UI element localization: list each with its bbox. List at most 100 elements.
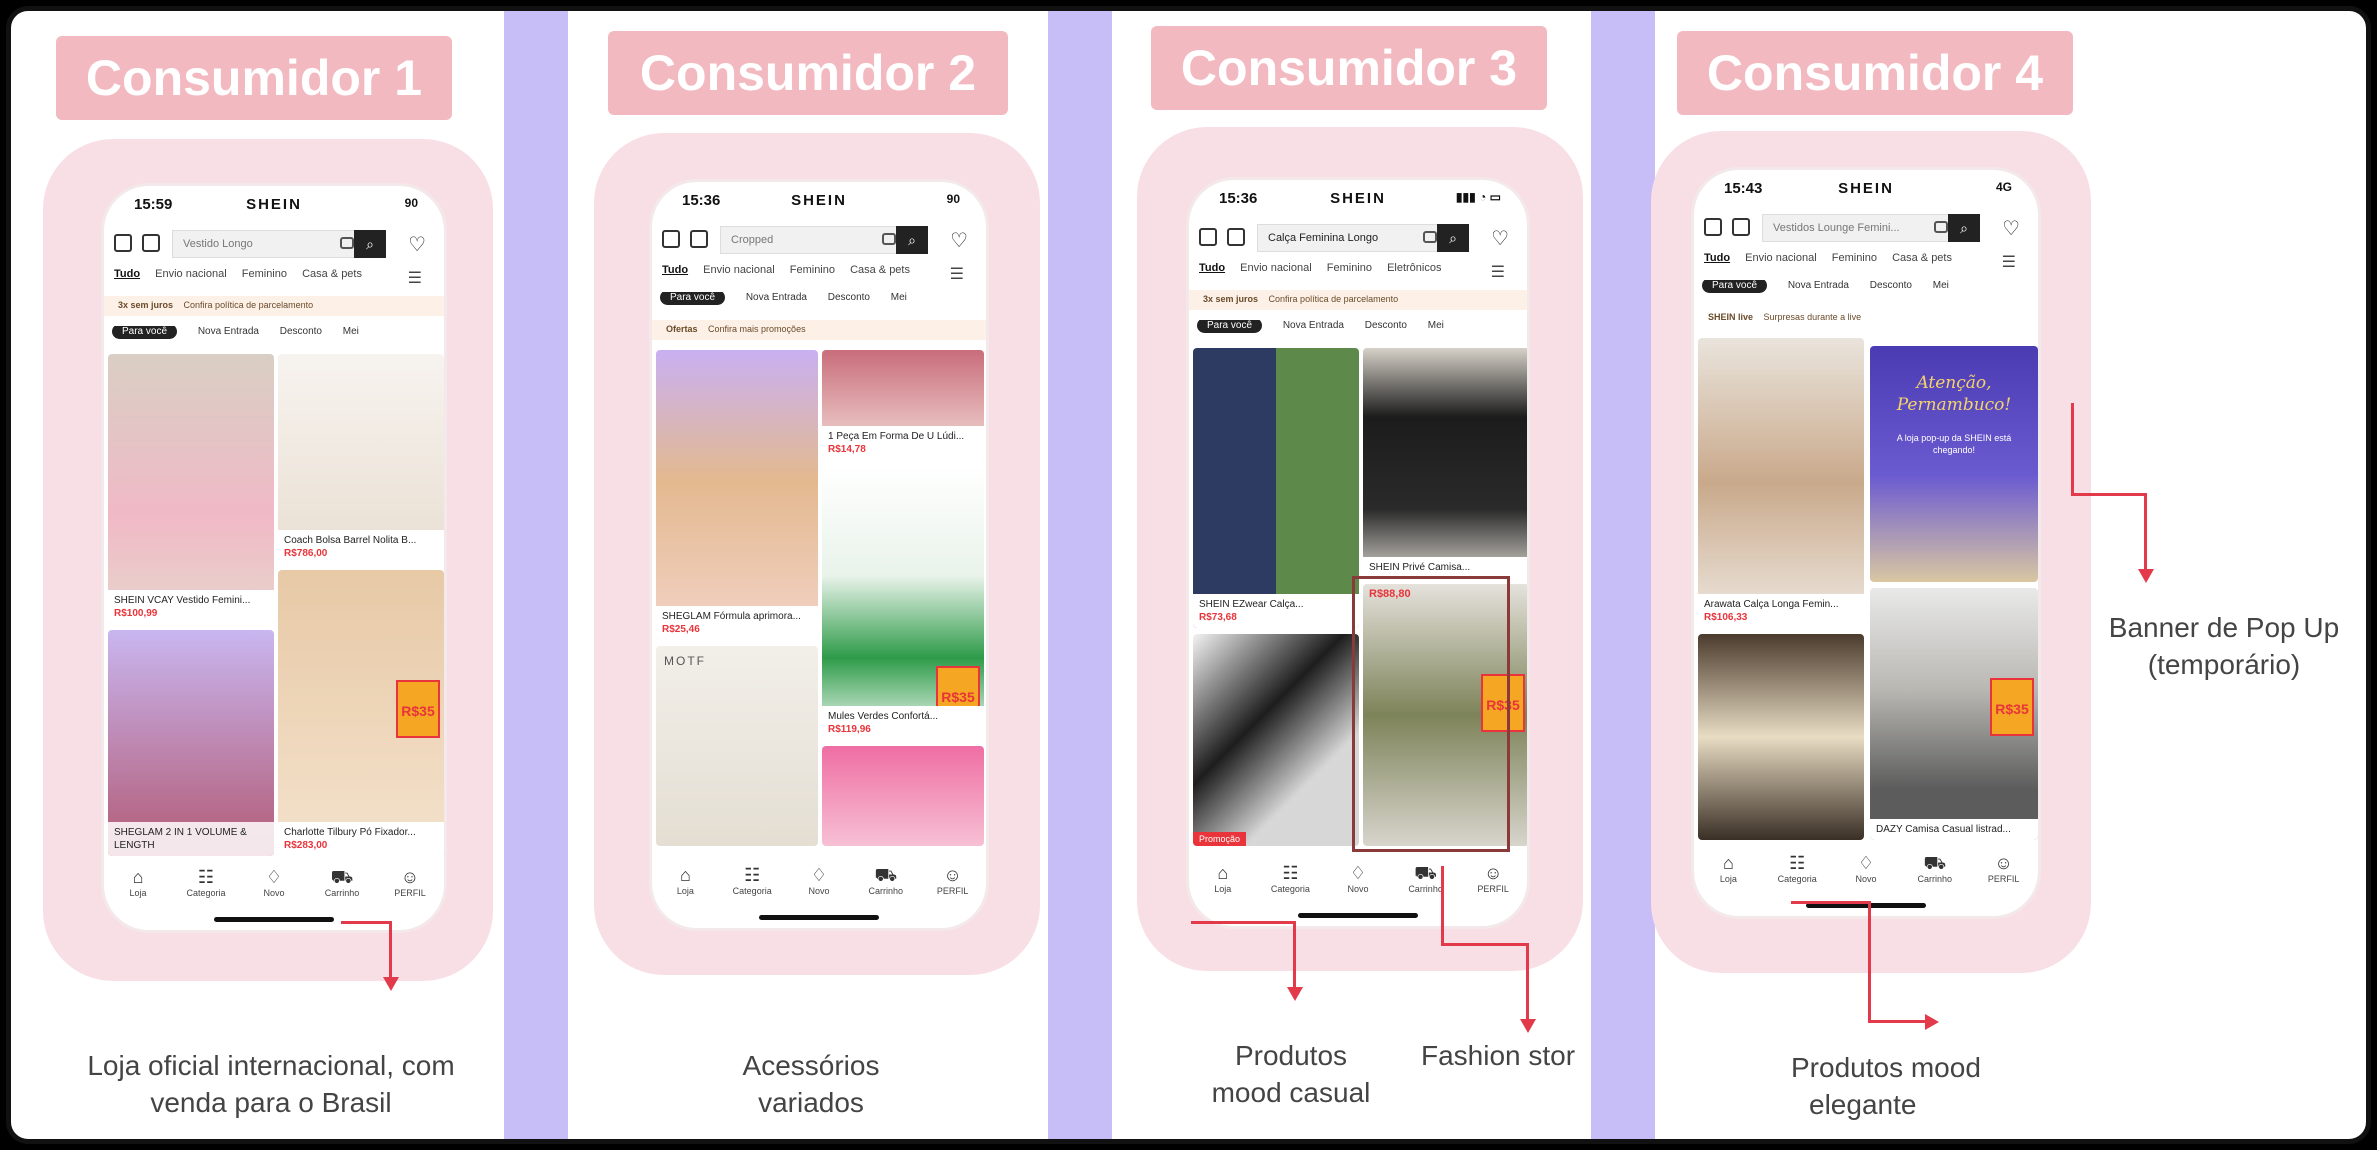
shipping-coupon-badge[interactable]: R$35 — [396, 680, 440, 738]
nav-perfil[interactable]: ☺ PERFIL — [928, 864, 978, 908]
tab-casa-pets[interactable]: Casa & pets — [302, 268, 362, 280]
chip-nova-entrada[interactable]: Nova Entrada — [1283, 320, 1344, 331]
nav-loja[interactable]: ⌂ Loja — [113, 866, 163, 910]
nav-categoria[interactable]: ☷ Categoria — [1772, 852, 1822, 896]
product-card[interactable]: SHEGLAM Fórmula aprimora... R$25,46 — [656, 350, 818, 640]
calendar-icon[interactable] — [1227, 228, 1245, 246]
menu-icon[interactable]: ☰ — [950, 264, 964, 284]
promo-banner[interactable]: SHEIN live Surpresas durante a live — [1694, 308, 2038, 328]
nav-loja[interactable]: ⌂ Loja — [660, 864, 710, 908]
annotation-arrow-segment — [1293, 921, 1296, 991]
nav-perfil[interactable]: ☺ PERFIL — [385, 866, 435, 910]
chip-nova-entrada[interactable]: Nova Entrada — [1788, 280, 1849, 291]
camera-icon[interactable] — [1934, 221, 1948, 233]
popup-banner-card[interactable]: Atenção, Pernambuco! A loja pop-up da SH… — [1870, 346, 2038, 582]
chip-para-voce[interactable]: Para você — [1702, 280, 1768, 293]
product-card[interactable]: Arawata Calça Longa Femin... R$106,33 — [1698, 338, 1864, 628]
camera-icon[interactable] — [340, 237, 354, 249]
product-card[interactable]: 1 Peça Em Forma De U Lúdi... R$14,78 — [822, 350, 984, 460]
nav-carrinho[interactable]: ⛟ Carrinho — [317, 866, 367, 910]
tab-tudo[interactable]: Tudo — [662, 264, 688, 276]
product-card[interactable]: SHEIN Privé Camisa... — [1363, 348, 1527, 578]
product-card[interactable]: SHEIN EZwear Calça... R$73,68 — [1193, 348, 1359, 628]
chip-para-voce[interactable]: Para você — [660, 292, 726, 305]
promo-banner[interactable]: 3x sem juros Confira política de parcela… — [104, 296, 444, 316]
tab-tudo[interactable]: Tudo — [1704, 252, 1730, 264]
search-icon[interactable]: ⌕ — [896, 226, 928, 254]
tab-envio-nacional[interactable]: Envio nacional — [155, 268, 227, 280]
product-card[interactable]: R$35 Mules Verdes Confortá... R$119,96 — [822, 466, 984, 740]
chip-desconto[interactable]: Desconto — [1870, 280, 1912, 291]
mail-icon[interactable] — [114, 234, 132, 252]
nav-novo[interactable]: ♢ Novo — [1841, 852, 1891, 896]
mail-icon[interactable] — [1704, 218, 1722, 236]
promo-text: Confira política de parcelamento — [183, 300, 314, 310]
camera-icon[interactable] — [1423, 231, 1437, 243]
tab-eletronicos[interactable]: Eletrônicos — [1387, 262, 1441, 274]
product-card[interactable]: Coach Bolsa Barrel Nolita B... R$786,00 — [278, 354, 444, 564]
tab-tudo[interactable]: Tudo — [1199, 262, 1225, 274]
product-card[interactable]: SHEGLAM 2 IN 1 VOLUME & LENGTH — [108, 630, 274, 856]
wishlist-heart-icon[interactable]: ♡ — [408, 232, 426, 257]
nav-carrinho[interactable]: ⛟ Carrinho — [1910, 852, 1960, 896]
nav-categoria[interactable]: ☷ Categoria — [181, 866, 231, 910]
search-icon[interactable]: ⌕ — [354, 230, 386, 258]
tab-envio-nacional[interactable]: Envio nacional — [1745, 252, 1817, 264]
nav-loja[interactable]: ⌂ Loja — [1198, 862, 1248, 906]
nav-loja[interactable]: ⌂ Loja — [1703, 852, 1753, 896]
product-card[interactable] — [1698, 634, 1864, 840]
promo-banner[interactable]: Ofertas Confira mais promoções — [652, 320, 986, 340]
chip-mei[interactable]: Mei — [1428, 320, 1444, 331]
calendar-icon[interactable] — [1732, 218, 1750, 236]
tab-casa-pets[interactable]: Casa & pets — [850, 264, 910, 276]
wishlist-heart-icon[interactable]: ♡ — [2002, 216, 2020, 241]
chip-para-voce[interactable]: Para você — [1197, 320, 1263, 333]
nav-novo[interactable]: ♢ Novo — [249, 866, 299, 910]
tab-feminino[interactable]: Feminino — [242, 268, 287, 280]
tab-envio-nacional[interactable]: Envio nacional — [703, 264, 775, 276]
calendar-icon[interactable] — [142, 234, 160, 252]
chip-nova-entrada[interactable]: Nova Entrada — [198, 326, 259, 337]
tab-feminino[interactable]: Feminino — [1327, 262, 1372, 274]
chip-desconto[interactable]: Desconto — [280, 326, 322, 337]
caption-line: variados — [758, 1087, 864, 1118]
nav-categoria[interactable]: ☷ Categoria — [1265, 862, 1315, 906]
product-card[interactable]: Promoção — [1193, 634, 1359, 846]
calendar-icon[interactable] — [690, 230, 708, 248]
chip-desconto[interactable]: Desconto — [828, 292, 870, 303]
chip-para-voce[interactable]: Para você — [112, 326, 178, 339]
menu-icon[interactable]: ☰ — [2002, 252, 2016, 272]
search-icon[interactable]: ⌕ — [1437, 224, 1469, 252]
wishlist-heart-icon[interactable]: ♡ — [1491, 226, 1509, 251]
tab-tudo[interactable]: Tudo — [114, 268, 140, 280]
menu-icon[interactable]: ☰ — [408, 268, 422, 288]
nav-carrinho[interactable]: ⛟ Carrinho — [861, 864, 911, 908]
tab-feminino[interactable]: Feminino — [790, 264, 835, 276]
chip-mei[interactable]: Mei — [343, 326, 359, 337]
tab-casa-pets[interactable]: Casa & pets — [1892, 252, 1952, 264]
menu-icon[interactable]: ☰ — [1491, 262, 1505, 282]
chip-desconto[interactable]: Desconto — [1365, 320, 1407, 331]
promo-banner[interactable]: 3x sem juros Confira política de parcela… — [1189, 290, 1527, 310]
nav-categoria[interactable]: ☷ Categoria — [727, 864, 777, 908]
wishlist-heart-icon[interactable]: ♡ — [950, 228, 968, 253]
shipping-coupon-badge[interactable]: R$35 — [1990, 678, 2034, 736]
nav-perfil[interactable]: ☺ PERFIL — [1979, 852, 2029, 896]
mail-icon[interactable] — [1199, 228, 1217, 246]
product-card[interactable]: R$35 Charlotte Tilbury Pó Fixador... R$2… — [278, 570, 444, 856]
chip-nova-entrada[interactable]: Nova Entrada — [746, 292, 807, 303]
camera-icon[interactable] — [882, 233, 896, 245]
nav-perfil[interactable]: ☺ PERFIL — [1468, 862, 1518, 906]
mail-icon[interactable] — [662, 230, 680, 248]
nav-novo[interactable]: ♢ Novo — [794, 864, 844, 908]
tab-envio-nacional[interactable]: Envio nacional — [1240, 262, 1312, 274]
chip-mei[interactable]: Mei — [1933, 280, 1949, 291]
product-card[interactable]: SHEIN VCAY Vestido Femini... R$100,99 — [108, 354, 274, 624]
tab-feminino[interactable]: Feminino — [1832, 252, 1877, 264]
product-card[interactable]: MOTF — [656, 646, 818, 846]
product-card[interactable]: R$35 DAZY Camisa Casual listrad... — [1870, 588, 2038, 840]
chip-mei[interactable]: Mei — [891, 292, 907, 303]
nav-novo[interactable]: ♢ Novo — [1333, 862, 1383, 906]
search-icon[interactable]: ⌕ — [1948, 214, 1980, 242]
product-card[interactable] — [822, 746, 984, 846]
